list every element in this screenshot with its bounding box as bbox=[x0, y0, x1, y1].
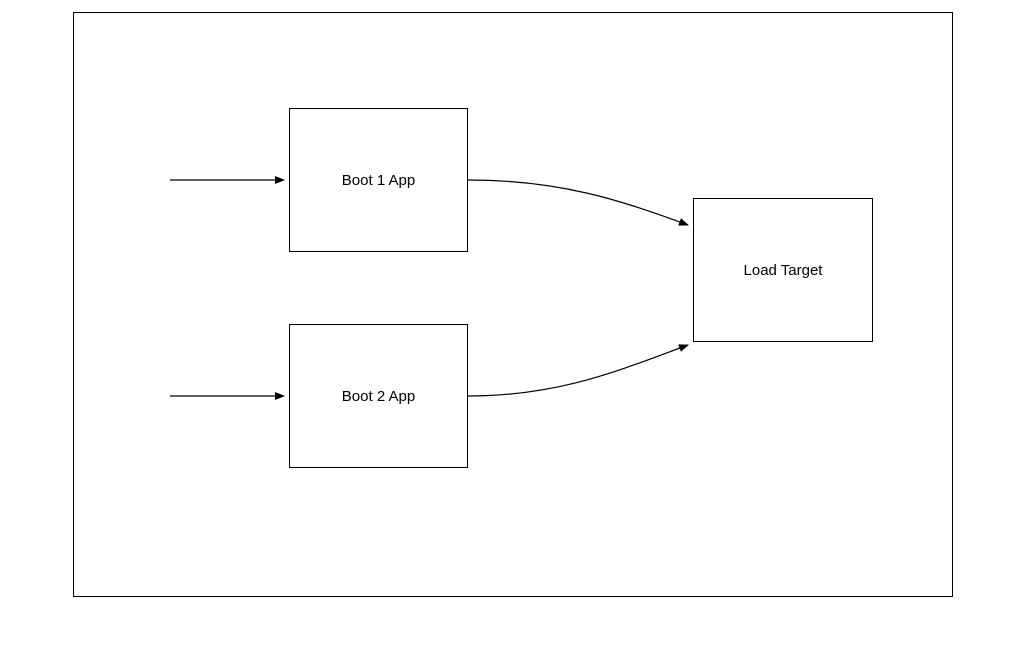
load-target-label: Load Target bbox=[744, 262, 823, 279]
boot1-app-node: Boot 1 App bbox=[289, 108, 468, 252]
boot2-app-label: Boot 2 App bbox=[342, 388, 415, 405]
boot2-app-node: Boot 2 App bbox=[289, 324, 468, 468]
boot1-app-label: Boot 1 App bbox=[342, 172, 415, 189]
load-target-node: Load Target bbox=[693, 198, 873, 342]
